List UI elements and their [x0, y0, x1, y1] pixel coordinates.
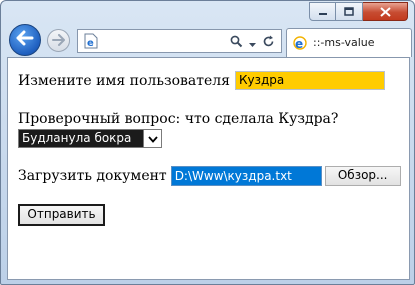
maximize-icon — [344, 7, 354, 16]
answer-select[interactable]: Будланула бокра — [18, 129, 162, 148]
page-viewport: Измените имя пользователя Куздра Проверо… — [7, 57, 410, 280]
page-content: Измените имя пользователя Куздра Проверо… — [8, 58, 409, 279]
close-icon — [379, 6, 391, 17]
browser-window: e e ::-ms-value Измените имя пользовател… — [0, 0, 415, 285]
close-button[interactable] — [363, 2, 408, 21]
ie-page-icon: e — [83, 33, 99, 53]
address-tools — [230, 33, 275, 52]
upload-row: Загрузить документ D:\Www\куздра.txt Обз… — [18, 166, 401, 186]
forward-button[interactable] — [47, 29, 70, 52]
window-controls — [309, 2, 408, 21]
ie-favicon-icon: e — [292, 35, 308, 55]
tab-title: ::-ms-value — [313, 36, 375, 49]
back-arrow-icon — [16, 30, 34, 50]
minimize-button[interactable] — [309, 2, 336, 21]
maximize-button[interactable] — [336, 2, 363, 21]
search-icon[interactable] — [230, 33, 243, 52]
navigation-bar: e e ::-ms-value — [7, 23, 412, 57]
back-button[interactable] — [9, 24, 41, 56]
username-input[interactable]: Куздра — [235, 71, 385, 90]
address-bar[interactable]: e — [77, 29, 282, 53]
refresh-icon[interactable] — [262, 33, 275, 52]
forward-arrow-icon — [52, 31, 65, 50]
file-path-field[interactable]: D:\Www\куздра.txt — [170, 166, 322, 186]
browse-button[interactable]: Обзор... — [324, 166, 401, 186]
username-label: Измените имя пользователя — [18, 72, 230, 89]
question-label: Проверочный вопрос: что сделала Куздра? — [18, 111, 339, 127]
dropdown-arrow-button[interactable] — [143, 130, 161, 147]
submit-button[interactable]: Отправить — [18, 204, 105, 226]
tab-ms-value[interactable]: e ::-ms-value — [286, 28, 412, 57]
svg-text:e: e — [295, 37, 303, 51]
username-row: Измените имя пользователя Куздра — [18, 71, 385, 90]
upload-label: Загрузить документ — [18, 168, 167, 184]
svg-text:e: e — [87, 38, 94, 49]
chevron-down-icon — [147, 131, 158, 147]
chevron-down-icon[interactable] — [249, 33, 256, 52]
answer-selected-value: Будланула бокра — [22, 131, 132, 145]
minimize-icon — [318, 8, 328, 16]
